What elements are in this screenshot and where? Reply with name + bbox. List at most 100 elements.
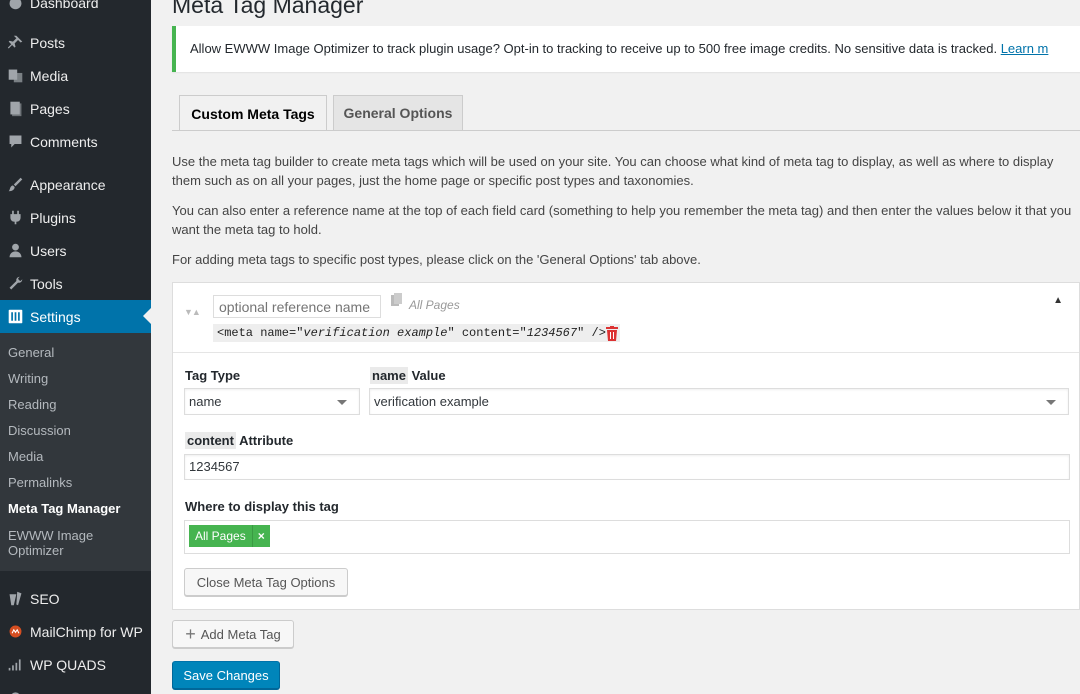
comments-icon <box>0 133 30 150</box>
settings-icon <box>0 308 30 325</box>
sidebar-item-plugins[interactable]: Plugins <box>0 201 151 234</box>
learn-more-link[interactable]: Learn m <box>1001 41 1049 56</box>
tag-type-select[interactable]: name <box>184 388 360 415</box>
tab-general-options[interactable]: General Options <box>333 95 463 130</box>
content-label-text: Attribute <box>235 433 294 448</box>
sidebar-item-pages[interactable]: Pages <box>0 92 151 125</box>
content-input[interactable]: 1234567 <box>184 454 1070 480</box>
sidebar-item-posts[interactable]: Posts <box>0 26 151 59</box>
sidebar-item-label: Comments <box>30 133 98 150</box>
description-builder: Use the meta tag builder to create meta … <box>172 154 1054 188</box>
dashboard-icon <box>0 0 30 11</box>
wrench-icon <box>0 275 30 292</box>
submenu-item-writing[interactable]: Writing <box>8 371 48 387</box>
paintbrush-icon <box>0 176 30 193</box>
sidebar-item-seo[interactable]: SEO <box>0 582 151 615</box>
sidebar-item-label: Tools <box>30 275 63 292</box>
plugin-icon <box>0 209 30 226</box>
value-label-text: Value <box>407 368 446 383</box>
reference-name-input[interactable] <box>213 295 381 318</box>
sidebar-item-label: Posts <box>30 34 66 51</box>
users-icon <box>0 242 30 259</box>
chevron-down-icon <box>337 400 347 405</box>
sidebar-item-wp-quads[interactable]: WP QUADS <box>0 648 151 681</box>
value-attribute-code: name <box>370 367 408 384</box>
value-select[interactable]: verification example <box>369 388 1069 415</box>
submenu-item-permalinks[interactable]: Permalinks <box>8 475 72 491</box>
media-icon <box>0 67 30 84</box>
submenu-item-general[interactable]: General <box>8 345 54 361</box>
token-label: All Pages <box>195 529 246 543</box>
preview-name-value: verification example <box>303 326 448 340</box>
submenu-item-meta-tag-manager[interactable]: Meta Tag Manager <box>8 501 120 517</box>
save-changes-button[interactable]: Save Changes <box>172 661 280 689</box>
sidebar-item-tools[interactable]: Tools <box>0 267 151 300</box>
submenu-item-media[interactable]: Media <box>8 449 43 465</box>
tab-divider <box>172 130 1080 131</box>
submenu-item-ewww-image[interactable]: EWWW Image <box>8 528 93 544</box>
sidebar-item-label: Media <box>30 67 69 84</box>
close-meta-tag-options-button[interactable]: Close Meta Tag Options <box>184 568 348 596</box>
description-post-types: For adding meta tags to specific post ty… <box>172 252 701 267</box>
tag-type-value: name <box>189 394 222 409</box>
sidebar-item-settings[interactable]: Settings <box>0 300 151 333</box>
sidebar-item-label: SEO <box>30 590 60 607</box>
sidebar-item-media[interactable]: Media <box>0 59 151 92</box>
submenu-item-optimizer[interactable]: Optimizer <box>8 543 64 559</box>
sidebar-item-label: Settings <box>30 308 81 325</box>
sidebar-item-label: Users <box>30 242 67 259</box>
preview-close: " /> <box>577 326 606 340</box>
sidebar-item-label: WP QUADS <box>30 656 106 673</box>
display-location-input[interactable]: All Pages × <box>184 520 1070 554</box>
notice-text: Allow EWWW Image Optimizer to track plug… <box>190 41 1001 56</box>
description-reference: You can also enter a reference name at t… <box>172 203 1072 237</box>
partial-icon <box>0 689 30 694</box>
mailchimp-icon <box>0 623 30 640</box>
location-token: All Pages × <box>189 525 270 547</box>
tracking-notice: Allow EWWW Image Optimizer to track plug… <box>172 26 1080 72</box>
sidebar-item-appearance[interactable]: Appearance <box>0 168 151 201</box>
seo-icon <box>0 590 30 607</box>
add-meta-tag-button[interactable]: + Add Meta Tag <box>172 620 294 648</box>
value-label: name Value <box>370 367 446 384</box>
meta-tag-card: ▼▲ All Pages ▲ <meta name="verification … <box>172 282 1080 610</box>
sidebar-item-label: Plugins <box>30 209 76 226</box>
submenu-item-reading[interactable]: Reading <box>8 397 56 413</box>
sidebar-item-comments[interactable]: Comments <box>0 125 151 158</box>
plus-icon: + <box>185 624 196 644</box>
chevron-down-icon <box>1046 400 1056 405</box>
pages-icon <box>0 100 30 117</box>
copy-icon <box>391 293 402 306</box>
add-meta-tag-label: Add Meta Tag <box>200 626 281 642</box>
card-header: ▼▲ All Pages ▲ <meta name="verification … <box>173 283 1079 353</box>
signal-icon <box>0 656 30 673</box>
preview-middle: " content=" <box>447 326 527 340</box>
sidebar-item-label: Dashboard <box>30 0 99 11</box>
content-attribute-code: content <box>185 432 236 449</box>
meta-tag-preview: <meta name="verification example" conten… <box>213 324 620 342</box>
display-scope-label: All Pages <box>409 298 460 312</box>
value-select-value: verification example <box>374 394 489 409</box>
sidebar-item-label: Appearance <box>30 176 106 193</box>
display-location-label: Where to display this tag <box>185 499 339 514</box>
token-remove-icon[interactable]: × <box>251 525 270 547</box>
sidebar-item-partial[interactable] <box>0 681 151 694</box>
sidebar-item-users[interactable]: Users <box>0 234 151 267</box>
pushpin-icon <box>0 34 30 51</box>
sidebar-item-dashboard[interactable]: Dashboard <box>0 0 151 19</box>
sidebar-item-label: MailChimp for WP <box>30 623 143 640</box>
submenu-item-discussion[interactable]: Discussion <box>8 423 71 439</box>
admin-sidebar: Dashboard Posts Media Pages Comments App… <box>0 0 151 694</box>
tab-custom-meta-tags[interactable]: Custom Meta Tags <box>179 95 327 131</box>
drag-handle-icon[interactable]: ▼▲ <box>184 307 201 317</box>
active-indicator <box>143 308 151 324</box>
tag-type-label: Tag Type <box>185 368 241 383</box>
trash-icon[interactable] <box>605 326 619 341</box>
preview-content-value: 1234567 <box>526 326 578 340</box>
content-attribute-label: content Attribute <box>185 432 294 449</box>
page-title: Meta Tag Manager <box>172 0 364 18</box>
preview-open: <meta name=" <box>217 326 304 340</box>
collapse-toggle-icon[interactable]: ▲ <box>1053 295 1063 306</box>
sidebar-item-label: Pages <box>30 100 70 117</box>
sidebar-item-mailchimp[interactable]: MailChimp for WP <box>0 615 151 648</box>
